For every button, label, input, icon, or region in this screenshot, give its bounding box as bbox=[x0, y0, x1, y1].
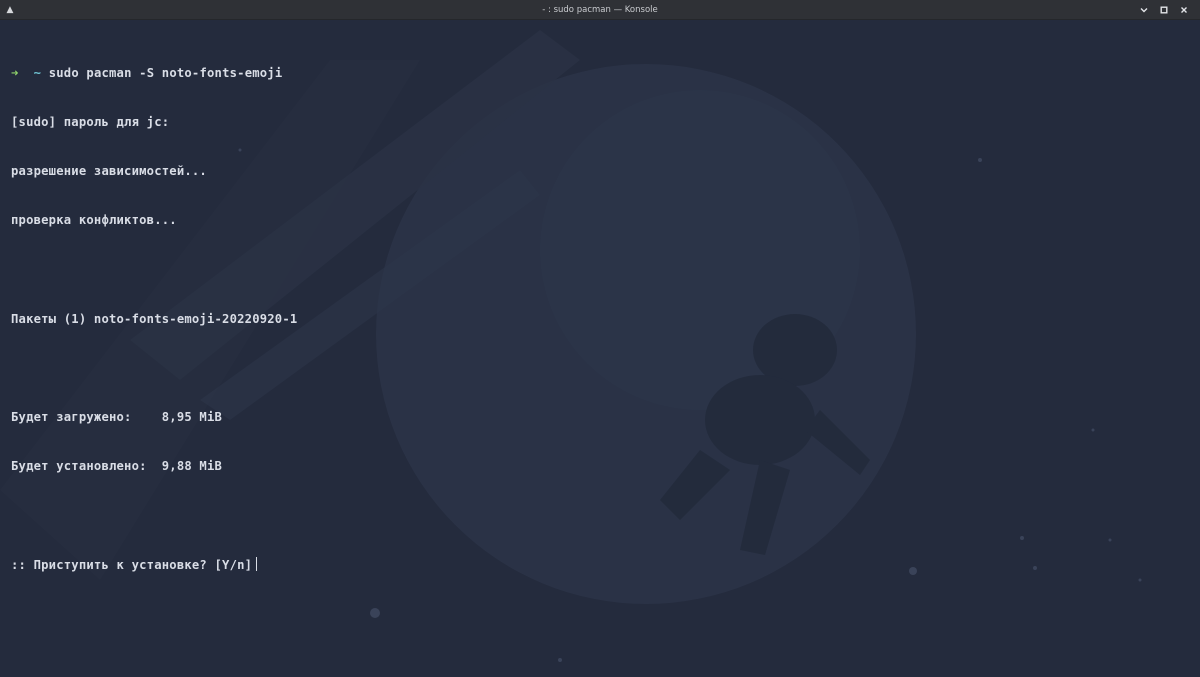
command-text: sudo pacman -S noto-fonts-emoji bbox=[48, 65, 283, 80]
close-icon[interactable] bbox=[1174, 0, 1194, 20]
output-line: Будет загружено: 8,95 MiB bbox=[11, 410, 223, 425]
prompt-arrow-icon: ➜ bbox=[11, 65, 19, 80]
title-bar[interactable]: ▲ - : sudo pacman — Konsole bbox=[0, 0, 1200, 20]
command-line: ➜ ~ sudo pacman -S noto-fonts-emoji bbox=[11, 65, 297, 81]
minimize-icon[interactable] bbox=[1134, 0, 1154, 20]
window-title: - : sudo pacman — Konsole bbox=[542, 4, 658, 15]
output-line: проверка конфликтов... bbox=[11, 213, 177, 228]
maximize-icon[interactable] bbox=[1154, 0, 1174, 20]
confirm-question: :: Приступить к установке? [Y/n] bbox=[11, 557, 253, 572]
output-line: Будет установлено: 9,88 MiB bbox=[11, 459, 223, 474]
confirm-prompt-line[interactable]: :: Приступить к установке? [Y/n] bbox=[11, 556, 297, 573]
terminal-output[interactable]: ➜ ~ sudo pacman -S noto-fonts-emoji [sud… bbox=[11, 32, 297, 606]
konsole-window: ▲ - : sudo pacman — Konsole ➜ ~ sudo pac… bbox=[0, 0, 1200, 677]
output-line: [sudo] пароль для jc: bbox=[11, 115, 170, 130]
terminal-view[interactable]: ➜ ~ sudo pacman -S noto-fonts-emoji [sud… bbox=[0, 20, 1200, 677]
output-line: Пакеты (1) noto-fonts-emoji-20220920-1 bbox=[11, 311, 298, 326]
chevron-up-icon[interactable]: ▲ bbox=[4, 3, 16, 17]
prompt-directory: ~ bbox=[33, 65, 42, 80]
output-line: разрешение зависимостей... bbox=[11, 164, 207, 179]
text-cursor bbox=[256, 556, 258, 571]
window-controls bbox=[1134, 0, 1194, 20]
